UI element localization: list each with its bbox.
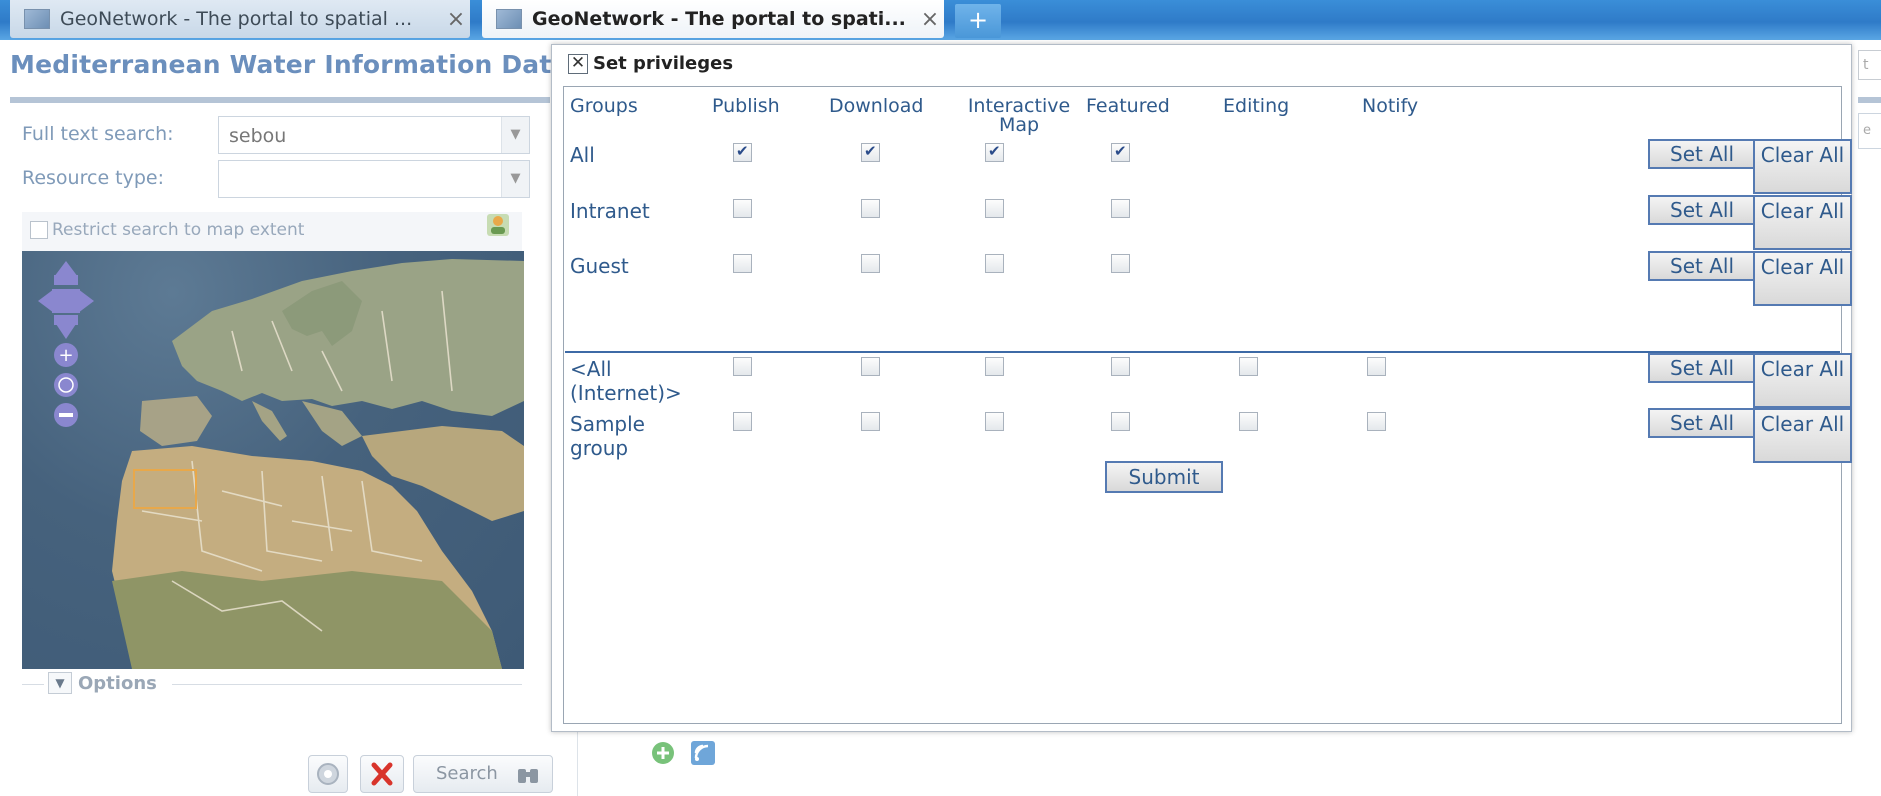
group-name-all-internet: <All (Internet)> <box>570 357 682 405</box>
set-all-button-guest[interactable]: Set All <box>1648 251 1756 281</box>
column-header-featured: Featured <box>1086 95 1170 117</box>
browser-tab-1[interactable]: GeoNetwork - The portal to spatial ... × <box>10 0 470 38</box>
group-name-guest: Guest <box>570 254 629 278</box>
geonetwork-favicon-icon <box>496 9 522 29</box>
tab-title: GeoNetwork - The portal to spati... <box>532 8 906 30</box>
new-tab-button[interactable]: + <box>955 4 1001 38</box>
checkbox-internet-interactive-map[interactable] <box>985 357 1004 376</box>
tab-close-icon[interactable]: × <box>442 7 470 32</box>
geonetwork-favicon-icon <box>24 9 50 29</box>
advanced-settings-button[interactable] <box>308 755 348 793</box>
clear-all-button-intranet[interactable]: Clear All <box>1753 195 1852 250</box>
full-text-search-label: Full text search: <box>22 123 174 145</box>
map-extent-selection[interactable] <box>133 469 197 509</box>
expand-options-icon[interactable]: ▼ <box>48 672 72 694</box>
group-name-intranet: Intranet <box>570 199 650 223</box>
close-red-icon <box>371 762 393 786</box>
browser-tab-2[interactable]: GeoNetwork - The portal to spati... × <box>482 0 944 38</box>
options-divider <box>22 684 44 685</box>
set-privileges-dialog: ✕ Set privileges Groups Publish Download… <box>551 44 1852 732</box>
svg-text:+: + <box>58 345 73 366</box>
right-panel-rule <box>1858 97 1881 103</box>
tab-title: GeoNetwork - The portal to spatial ... <box>60 8 413 30</box>
checkbox-sample-featured[interactable] <box>1111 412 1130 431</box>
page-title: Mediterranean Water Information Datas <box>10 50 584 79</box>
gear-icon <box>317 763 339 785</box>
dialog-title: Set privileges <box>593 53 734 74</box>
resource-type-select[interactable]: ▼ <box>218 160 530 198</box>
privileges-table: Groups Publish Download Interactive Map … <box>563 86 1852 724</box>
column-header-publish: Publish <box>712 95 780 117</box>
checkbox-internet-notify[interactable] <box>1367 357 1386 376</box>
chevron-down-icon[interactable]: ▼ <box>501 117 529 153</box>
checkbox-sample-publish[interactable] <box>733 412 752 431</box>
checkbox-internet-download[interactable] <box>861 357 880 376</box>
map-basemap <box>112 259 524 669</box>
checkbox-guest-download[interactable] <box>861 254 880 273</box>
column-header-notify: Notify <box>1362 95 1419 117</box>
tab-close-icon[interactable]: × <box>916 7 944 32</box>
options-divider <box>172 684 522 685</box>
right-panel-field-edge: e <box>1858 113 1881 149</box>
map-pan-zoom-control[interactable]: + <box>36 259 96 429</box>
checkbox-all-interactive-map[interactable] <box>985 142 1004 162</box>
checkbox-guest-interactive-map[interactable] <box>985 254 1004 273</box>
chevron-down-icon[interactable]: ▼ <box>501 161 529 197</box>
options-label[interactable]: Options <box>78 673 157 694</box>
group-name-all: All <box>570 143 595 167</box>
set-all-button-intranet[interactable]: Set All <box>1648 195 1756 225</box>
checkbox-sample-notify[interactable] <box>1367 412 1386 431</box>
clear-all-button-internet[interactable]: Clear All <box>1753 353 1852 408</box>
clear-all-button-sample[interactable]: Clear All <box>1753 408 1852 463</box>
checkbox-intranet-download[interactable] <box>861 199 880 218</box>
checkbox-guest-publish[interactable] <box>733 254 752 273</box>
search-button[interactable]: Search <box>413 755 553 793</box>
checkbox-intranet-interactive-map[interactable] <box>985 199 1004 218</box>
full-text-search-field[interactable]: sebou ▼ <box>218 116 530 154</box>
binoculars-icon <box>518 769 538 783</box>
set-all-button-internet[interactable]: Set All <box>1648 353 1756 383</box>
set-all-button-sample[interactable]: Set All <box>1648 408 1756 438</box>
title-divider <box>10 97 550 103</box>
checkbox-intranet-publish[interactable] <box>733 199 752 218</box>
set-all-button-all[interactable]: Set All <box>1648 139 1756 169</box>
add-icon[interactable] <box>650 740 676 766</box>
map-locate-icon[interactable] <box>484 211 512 239</box>
checkbox-internet-editing[interactable] <box>1239 357 1258 376</box>
search-button-label: Search <box>436 763 498 784</box>
column-header-editing: Editing <box>1223 95 1290 117</box>
checkbox-all-publish[interactable] <box>733 142 752 162</box>
checkbox-guest-featured[interactable] <box>1111 254 1130 273</box>
group-name-sample-group: Sample group <box>570 412 645 460</box>
clear-all-button-guest[interactable]: Clear All <box>1753 251 1852 306</box>
full-text-search-value: sebou <box>229 125 287 147</box>
clear-all-button-all[interactable]: Clear All <box>1753 139 1852 194</box>
restrict-extent-label: Restrict search to map extent <box>52 220 305 240</box>
checkbox-intranet-featured[interactable] <box>1111 199 1130 218</box>
restrict-extent-checkbox[interactable] <box>30 221 48 239</box>
checkbox-all-download[interactable] <box>861 142 880 162</box>
close-icon[interactable]: ✕ <box>568 54 588 74</box>
checkbox-all-featured[interactable] <box>1111 142 1130 162</box>
checkbox-sample-interactive-map[interactable] <box>985 412 1004 431</box>
checkbox-sample-editing[interactable] <box>1239 412 1258 431</box>
checkbox-internet-publish[interactable] <box>733 357 752 376</box>
search-map[interactable]: + <box>22 251 524 669</box>
column-header-download: Download <box>829 95 924 117</box>
checkbox-internet-featured[interactable] <box>1111 357 1130 376</box>
column-header-groups: Groups <box>570 95 638 117</box>
options-toggle-row: ▼ Options <box>22 672 522 696</box>
checkbox-sample-download[interactable] <box>861 412 880 431</box>
submit-button[interactable]: Submit <box>1105 461 1223 493</box>
rss-feed-icon[interactable] <box>690 740 716 766</box>
resource-type-label: Resource type: <box>22 167 165 189</box>
right-panel-edge: t <box>1858 50 1881 80</box>
browser-tab-strip: GeoNetwork - The portal to spatial ... ×… <box>0 0 1881 40</box>
reset-button[interactable] <box>360 755 404 793</box>
column-header-interactive-map: Interactive Map <box>967 95 1071 136</box>
